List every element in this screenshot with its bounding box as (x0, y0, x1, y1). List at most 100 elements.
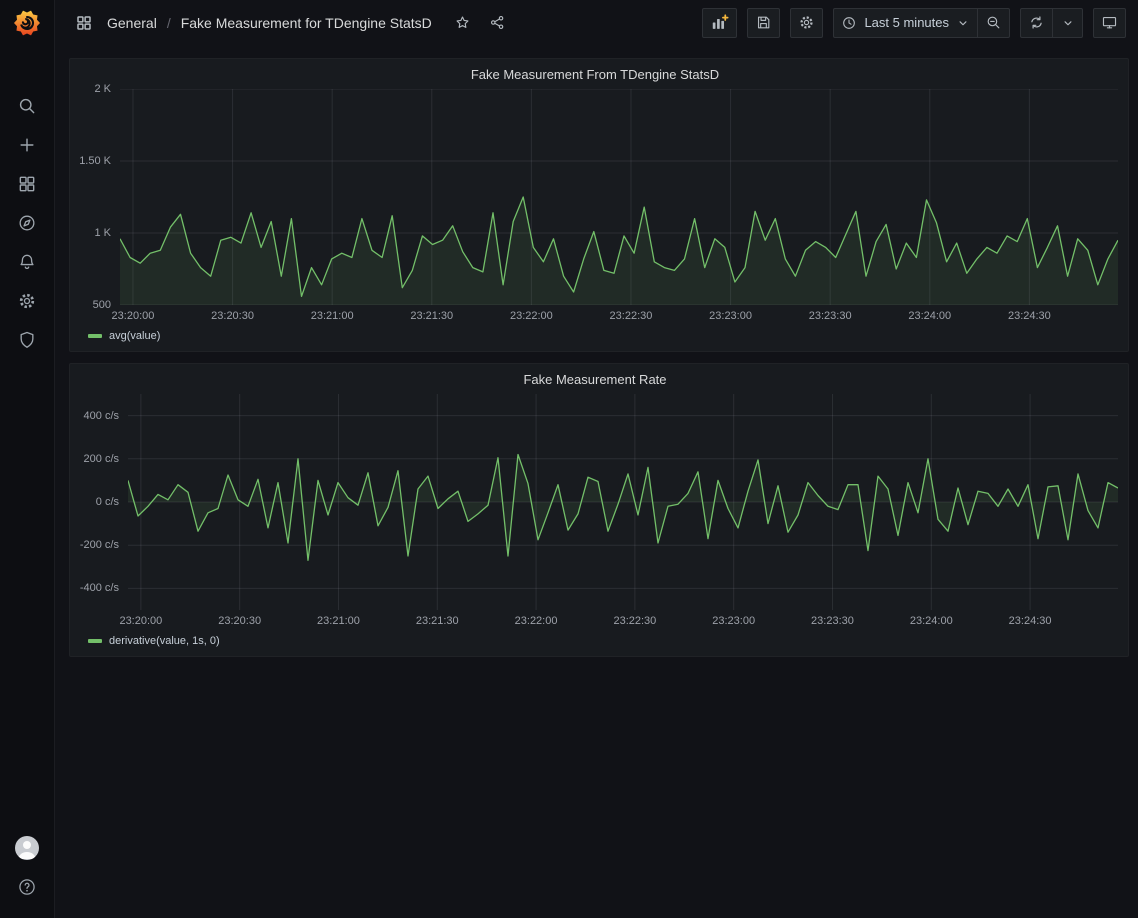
zoom-out-button[interactable] (977, 8, 1010, 38)
timeseries-chart: 5001 K1.50 K2 K 23:20:0023:20:3023:21:00… (72, 89, 1118, 347)
compass-icon (17, 213, 37, 233)
add-panel-icon (710, 13, 729, 32)
sidebar-item-create[interactable] (0, 125, 54, 164)
breadcrumb-section[interactable]: General (107, 15, 157, 31)
x-tick-label: 23:22:00 (515, 615, 558, 627)
legend: avg(value) (72, 325, 1118, 347)
question-circle-icon (17, 877, 37, 897)
x-tick-label: 23:24:00 (908, 310, 951, 322)
settings-gear-icon (798, 14, 815, 31)
legend-swatch (88, 639, 102, 643)
user-avatar-button[interactable] (0, 828, 54, 867)
user-avatar-icon (14, 835, 40, 861)
cycle-view-mode-button[interactable] (1093, 8, 1126, 38)
plus-icon (17, 135, 37, 155)
y-tick-label: 500 (93, 299, 111, 311)
x-tick-label: 23:20:00 (119, 615, 162, 627)
panel-fake-measurement: Fake Measurement From TDengine StatsD 50… (69, 58, 1129, 352)
clock-icon (841, 15, 857, 31)
y-axis-labels: 5001 K1.50 K2 K (72, 89, 120, 305)
save-icon (755, 14, 772, 31)
x-tick-label: 23:20:30 (211, 310, 254, 322)
dashboard-grid: Fake Measurement From TDengine StatsD 50… (55, 45, 1138, 657)
panel-fake-measurement-rate: Fake Measurement Rate -400 c/s -200 c/s 0 … (69, 363, 1129, 657)
y-axis-labels: -400 c/s-200 c/s0 c/s200 c/s400 c/s (72, 394, 128, 610)
share-icon (489, 14, 506, 31)
sidebar-item-configuration[interactable] (0, 281, 54, 320)
share-button[interactable] (487, 12, 508, 33)
y-tick-label: 200 c/s (84, 453, 119, 465)
breadcrumb: General / Fake Measurement for TDengine … (73, 12, 508, 34)
y-tick-label: 0 c/s (96, 496, 119, 508)
x-tick-label: 23:21:00 (317, 615, 360, 627)
dashboards-grid-icon (17, 174, 37, 194)
sidebar-item-explore[interactable] (0, 203, 54, 242)
breadcrumb-trail: General / Fake Measurement for TDengine … (107, 15, 432, 31)
y-tick-label: 1.50 K (79, 155, 111, 167)
bell-icon (17, 252, 37, 272)
time-range-label: Last 5 minutes (864, 15, 949, 30)
top-navbar: General / Fake Measurement for TDengine … (55, 0, 1138, 45)
favorite-star-button[interactable] (452, 12, 473, 33)
grafana-logo-icon (13, 9, 41, 37)
time-range-button[interactable]: Last 5 minutes (833, 8, 977, 38)
search-icon (17, 96, 37, 116)
sidebar-item-dashboards[interactable] (0, 164, 54, 203)
timeseries-chart: -400 c/s-200 c/s0 c/s200 c/s400 c/s 23:2… (72, 394, 1118, 652)
x-axis-labels: 23:20:0023:20:3023:21:0023:21:3023:22:00… (120, 305, 1118, 325)
dashboard-title: Fake Measurement for TDengine StatsD (181, 15, 432, 31)
sidebar-item-search[interactable] (0, 86, 54, 125)
star-icon (454, 14, 471, 31)
x-tick-label: 23:20:30 (218, 615, 261, 627)
x-axis-labels: 23:20:0023:20:3023:21:0023:21:3023:22:00… (128, 610, 1118, 630)
y-tick-label: -200 c/s (80, 539, 119, 551)
main-area: General / Fake Measurement for TDengine … (55, 0, 1138, 918)
apps-grid-icon (75, 14, 93, 32)
x-tick-label: 23:24:30 (1009, 615, 1052, 627)
x-tick-label: 23:24:00 (910, 615, 953, 627)
refresh-icon (1028, 14, 1045, 31)
apps-grid-button[interactable] (73, 12, 95, 34)
dashboard-actions (452, 12, 508, 33)
dashboard-settings-button[interactable] (790, 8, 823, 38)
legend-label[interactable]: avg(value) (109, 330, 160, 342)
toolbar: Last 5 minutes (702, 8, 1126, 38)
refresh-interval-button[interactable] (1052, 8, 1083, 38)
y-tick-label: 2 K (94, 83, 111, 95)
shield-icon (17, 330, 37, 350)
grafana-logo-button[interactable] (0, 0, 54, 46)
legend-label[interactable]: derivative(value, 1s, 0) (109, 635, 220, 647)
time-picker-group: Last 5 minutes (833, 8, 1010, 38)
x-tick-label: 23:23:00 (712, 615, 755, 627)
x-tick-label: 23:20:00 (112, 310, 155, 322)
monitor-icon (1101, 14, 1118, 31)
x-tick-label: 23:23:30 (809, 310, 852, 322)
add-panel-button[interactable] (702, 8, 737, 38)
panel-title[interactable]: Fake Measurement From TDengine StatsD (72, 59, 1118, 89)
x-tick-label: 23:24:30 (1008, 310, 1051, 322)
panel-title[interactable]: Fake Measurement Rate (72, 364, 1118, 394)
chevron-down-icon (1061, 16, 1075, 30)
refresh-button[interactable] (1020, 8, 1052, 38)
sidebar-item-server-admin[interactable] (0, 320, 54, 359)
save-dashboard-button[interactable] (747, 8, 780, 38)
x-tick-label: 23:21:00 (311, 310, 354, 322)
sidebar-bottom (0, 828, 54, 918)
plot-area[interactable] (120, 89, 1118, 305)
y-tick-label: 1 K (94, 227, 111, 239)
x-tick-label: 23:22:30 (613, 615, 656, 627)
y-tick-label: -400 c/s (80, 582, 119, 594)
x-tick-label: 23:22:30 (610, 310, 653, 322)
sidebar-item-alerting[interactable] (0, 242, 54, 281)
chevron-down-icon (956, 16, 970, 30)
plot-area[interactable] (128, 394, 1118, 610)
refresh-group (1020, 8, 1083, 38)
gear-icon (17, 291, 37, 311)
zoom-out-icon (985, 14, 1002, 31)
legend: derivative(value, 1s, 0) (72, 630, 1118, 652)
x-tick-label: 23:21:30 (410, 310, 453, 322)
sidebar (0, 0, 55, 918)
help-button[interactable] (0, 867, 54, 906)
legend-swatch (88, 334, 102, 338)
x-tick-label: 23:23:00 (709, 310, 752, 322)
